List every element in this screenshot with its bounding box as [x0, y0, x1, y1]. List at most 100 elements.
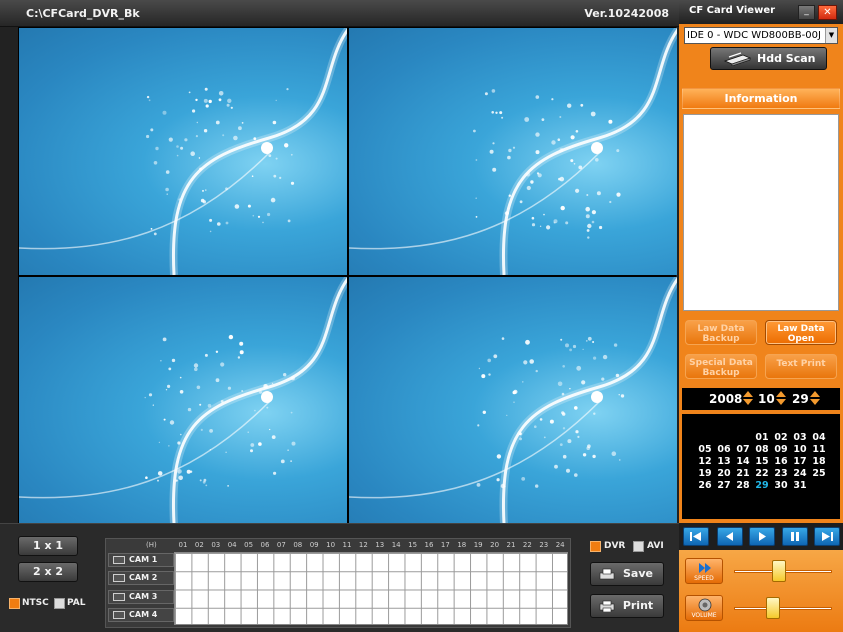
sparkle [275, 157, 278, 160]
sparkle [196, 121, 198, 124]
minimize-button[interactable]: _ [798, 5, 815, 20]
camera-view-1[interactable] [19, 28, 347, 275]
light-curve [349, 152, 600, 250]
special-data-backup-button[interactable]: Special Data Backup [685, 354, 757, 379]
save-button[interactable]: Save [590, 562, 664, 586]
year-spinner[interactable] [743, 391, 753, 406]
sparkle [193, 363, 199, 368]
text-print-button[interactable]: Text Print [765, 354, 837, 379]
dvr-format-checkbox[interactable] [590, 541, 601, 552]
sparkle [234, 204, 240, 209]
calendar-day[interactable]: 18 [810, 456, 828, 467]
law-data-open-button[interactable]: Law Data Open [765, 320, 837, 345]
layout-1x1-button[interactable]: 1 x 1 [18, 536, 78, 556]
volume-slider-track[interactable] [734, 607, 832, 610]
print-button[interactable]: Print [590, 594, 664, 618]
calendar-day[interactable]: 22 [753, 468, 771, 479]
sparkle [205, 484, 208, 487]
skip-to-end-button[interactable] [814, 527, 840, 546]
recording-timeline: (H) 01 02 03 04 05 06 07 08 09 10 11 12 13 14 15 16 17 18… [105, 538, 571, 628]
speed-button[interactable]: SPEED [685, 558, 723, 584]
calendar-day[interactable]: 26 [696, 480, 714, 491]
calendar-day[interactable]: 16 [772, 456, 790, 467]
law-data-backup-button[interactable]: Law Data Backup [685, 320, 757, 345]
calendar-day[interactable]: 14 [734, 456, 752, 467]
calendar-day[interactable]: 06 [715, 444, 733, 455]
calendar-day[interactable]: 02 [772, 432, 790, 443]
calendar-day[interactable]: 27 [715, 480, 733, 491]
volume-button[interactable]: VOLUME [685, 595, 723, 621]
play-button[interactable] [749, 527, 775, 546]
sparkle [541, 118, 545, 121]
calendar-day[interactable]: 09 [772, 444, 790, 455]
camera-row-label[interactable]: CAM 2 [108, 571, 174, 586]
camera-view-3[interactable] [19, 277, 347, 524]
sparkle [198, 157, 201, 159]
sparkle [192, 109, 196, 113]
calendar-day[interactable]: 03 [791, 432, 809, 443]
calendar-day[interactable]: 17 [791, 456, 809, 467]
camera-icon [113, 592, 125, 601]
light-curve [501, 277, 677, 524]
calendar-day[interactable]: 19 [696, 468, 714, 479]
calendar-day[interactable]: 08 [753, 444, 771, 455]
sparkle [163, 418, 166, 421]
calendar-day[interactable]: 10 [791, 444, 809, 455]
calendar-day[interactable]: 13 [715, 456, 733, 467]
calendar-day[interactable]: 01 [753, 432, 771, 443]
calendar-day[interactable]: 25 [810, 468, 828, 479]
calendar-day[interactable]: 29 [753, 480, 771, 491]
sparkle [207, 403, 212, 408]
calendar-day[interactable]: 30 [772, 480, 790, 491]
calendar-day[interactable]: 15 [753, 456, 771, 467]
sparkle [208, 99, 212, 104]
sparkle [575, 188, 580, 193]
calendar-day[interactable]: 23 [772, 468, 790, 479]
light-curve [171, 277, 347, 524]
calendar-day[interactable]: 05 [696, 444, 714, 455]
timeline-hour-label: 02 [194, 541, 204, 549]
camera-view-4[interactable] [349, 277, 677, 524]
camera-row-label[interactable]: CAM 4 [108, 607, 174, 622]
avi-format-checkbox[interactable] [633, 541, 644, 552]
close-button[interactable]: ✕ [818, 5, 837, 20]
pause-button[interactable] [782, 527, 808, 546]
calendar-day[interactable]: 20 [715, 468, 733, 479]
camera-row-label[interactable]: CAM 1 [108, 553, 174, 567]
sparkle [495, 111, 498, 115]
sparkle [215, 378, 220, 383]
timeline-grid[interactable] [174, 552, 568, 625]
camera-row-label[interactable]: CAM 3 [108, 589, 174, 604]
camera-icon [113, 574, 125, 583]
skip-to-start-button[interactable] [683, 527, 709, 546]
calendar-day[interactable]: 12 [696, 456, 714, 467]
sparkle [507, 155, 511, 160]
sparkle [585, 206, 590, 212]
device-dropdown[interactable]: IDE 0 - WDC WD800BB-00J ▼ [684, 27, 838, 44]
calendar-day[interactable]: 07 [734, 444, 752, 455]
calendar-day[interactable]: 21 [734, 468, 752, 479]
month-spinner[interactable] [776, 391, 786, 406]
sparkle [283, 373, 287, 377]
pal-checkbox[interactable] [54, 598, 65, 609]
speed-volume-controls: SPEED VOLUME [679, 550, 843, 632]
chevron-down-icon[interactable]: ▼ [825, 28, 837, 43]
sparkle [204, 353, 208, 357]
calendar-day[interactable]: 28 [734, 480, 752, 491]
calendar-day[interactable]: 31 [791, 480, 809, 491]
calendar-day[interactable]: 04 [810, 432, 828, 443]
hdd-scan-button[interactable]: Hdd Scan [710, 47, 827, 70]
speed-slider-thumb[interactable] [771, 560, 786, 582]
play-reverse-button[interactable] [717, 527, 743, 546]
day-spinner[interactable] [810, 391, 820, 406]
camera-view-2[interactable] [349, 28, 677, 275]
ntsc-checkbox[interactable] [9, 598, 20, 609]
calendar-day[interactable]: 24 [791, 468, 809, 479]
sparkle [169, 420, 175, 425]
sparkle [287, 219, 291, 223]
year-value: 2008 [709, 392, 743, 406]
layout-2x2-button[interactable]: 2 x 2 [18, 562, 78, 582]
volume-slider-thumb[interactable] [765, 597, 780, 619]
skip-back-icon [690, 532, 701, 541]
calendar-day[interactable]: 11 [810, 444, 828, 455]
